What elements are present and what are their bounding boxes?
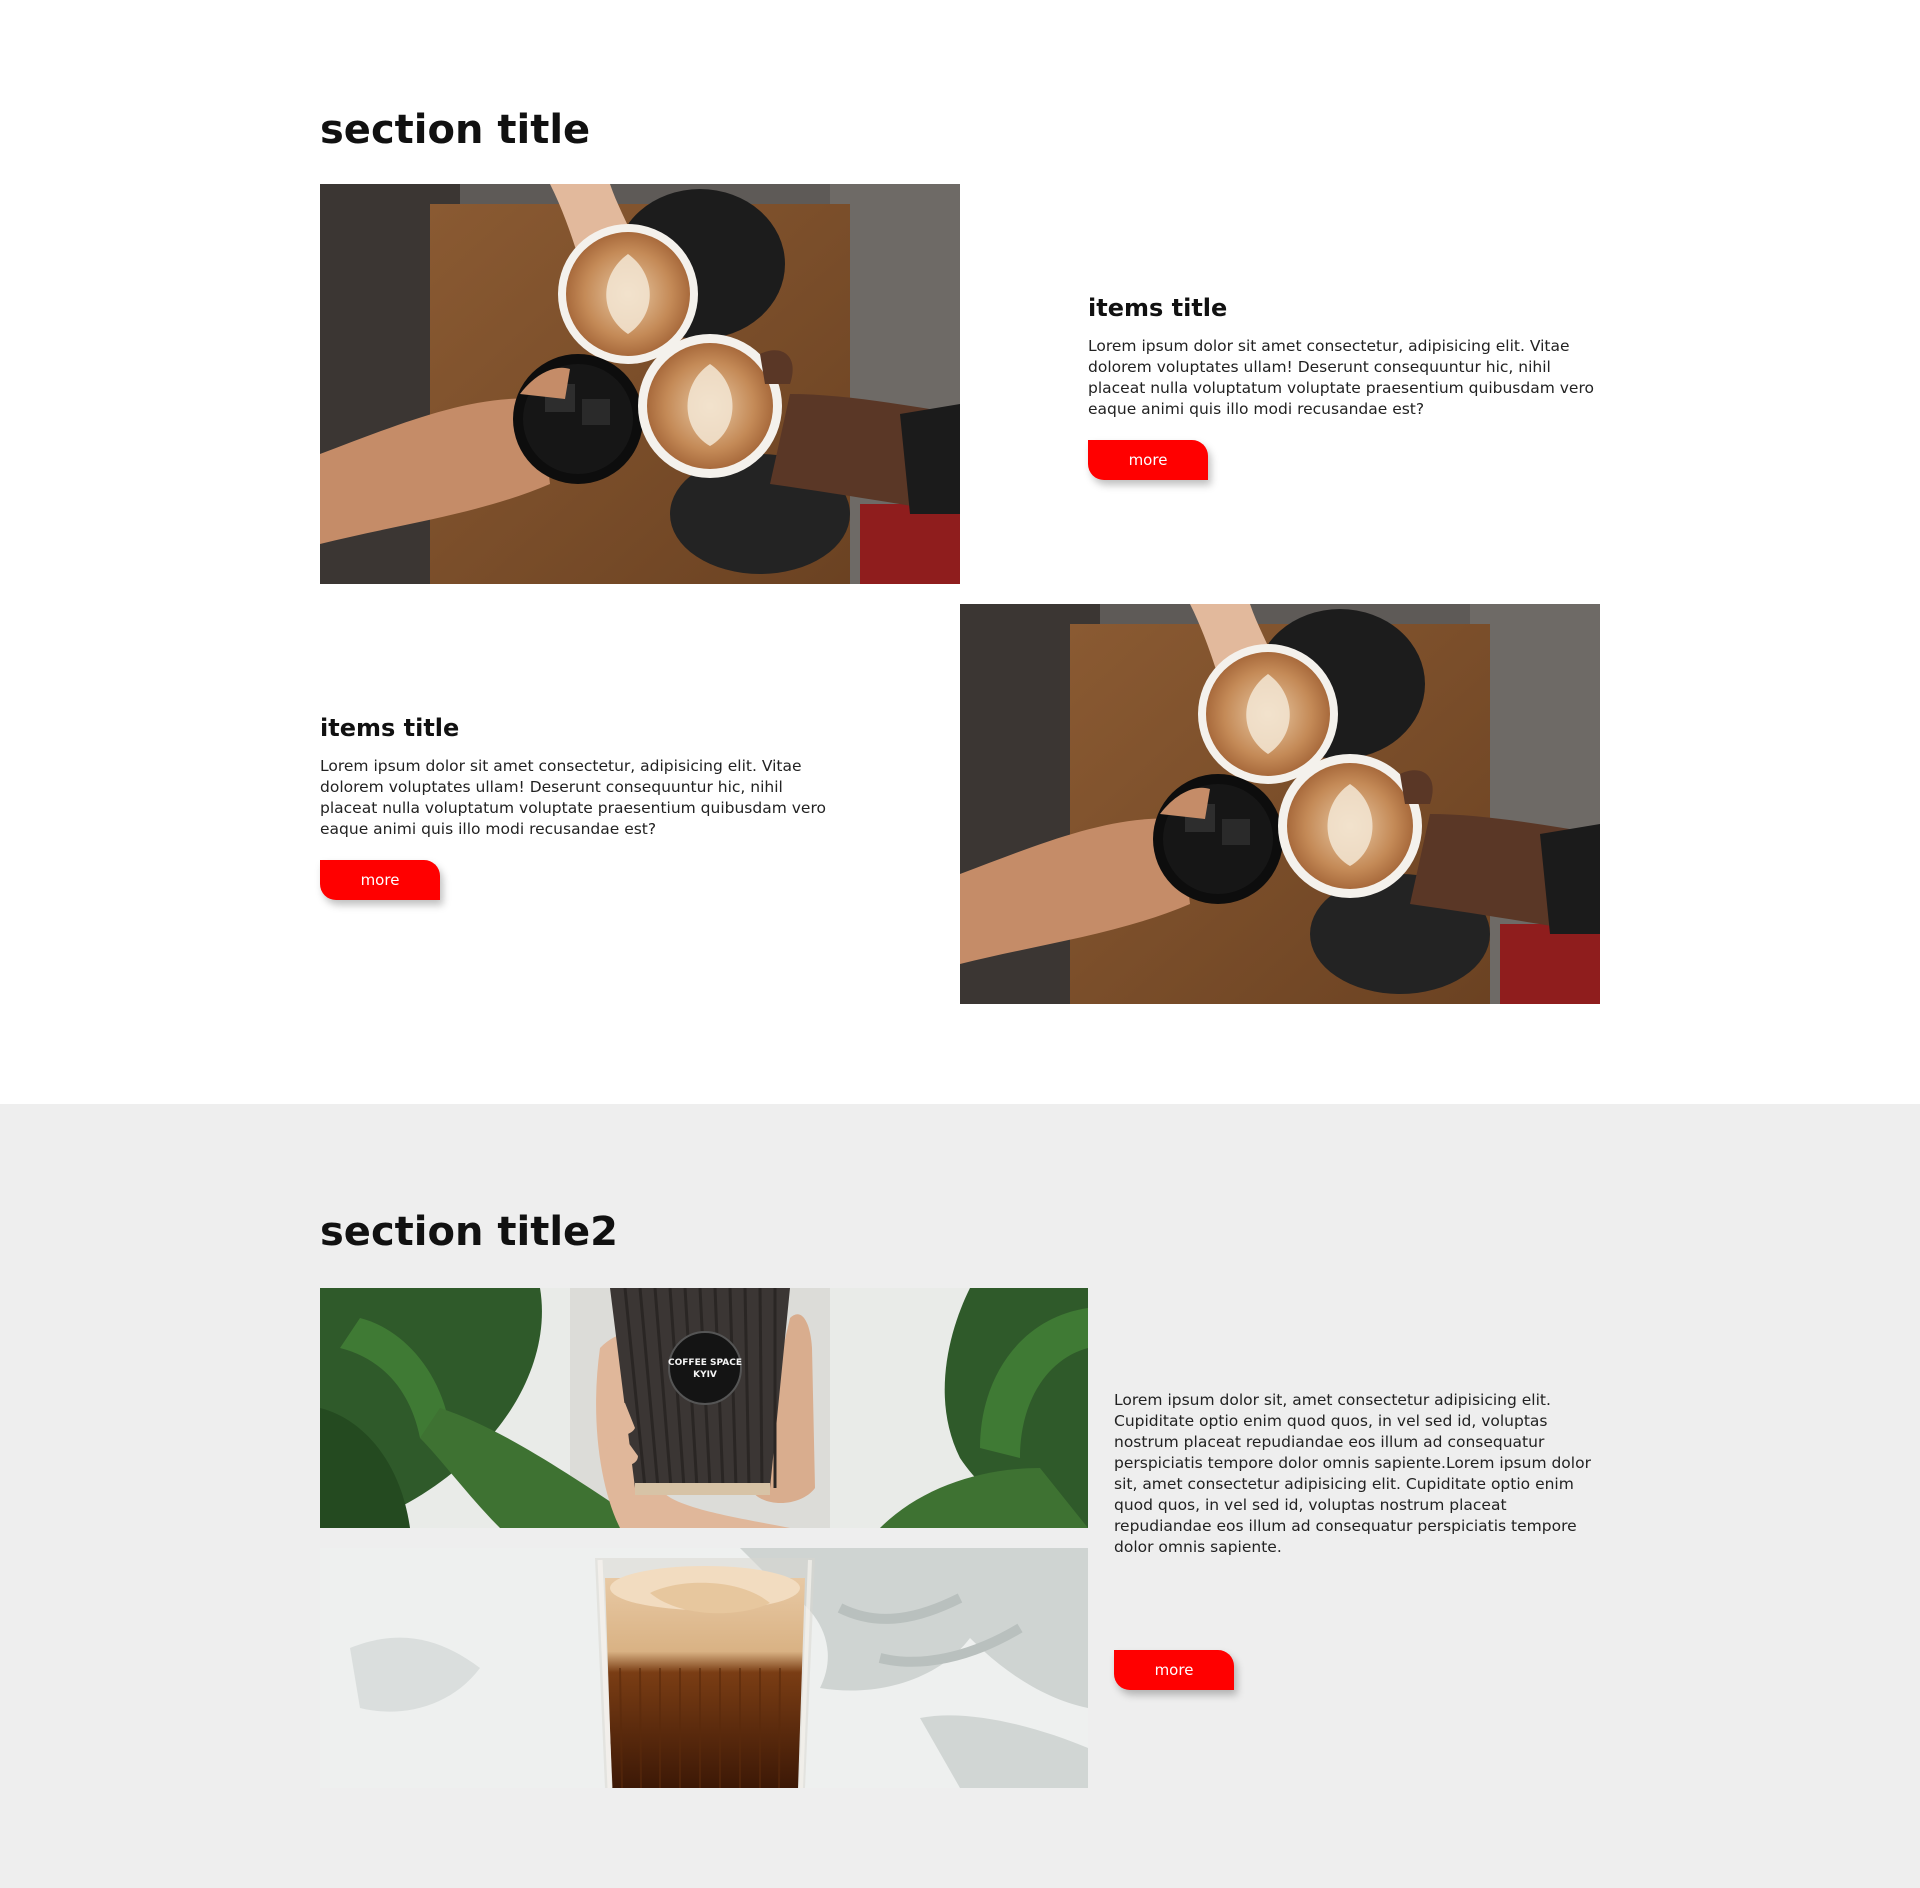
coffee-toast-image <box>320 184 960 584</box>
section-2-actions: more <box>1114 1650 1234 1690</box>
more-button[interactable]: more <box>320 860 440 900</box>
item-description: Lorem ipsum dolor sit amet consectetur, … <box>320 757 826 838</box>
item-description: Lorem ipsum dolor sit amet consectetur, … <box>1088 337 1594 418</box>
item-1: items title Lorem ipsum dolor sit amet c… <box>1088 292 1608 480</box>
section-title: section title2 <box>320 1209 618 1255</box>
section-2: section title2 COFFEE SPACE KYIV Lorem i… <box>0 1104 1920 1888</box>
section-2-text: Lorem ipsum dolor sit, amet consectetur … <box>1114 1390 1604 1558</box>
cup-sticker-line-1: COFFEE SPACE <box>668 1358 742 1368</box>
cup-sticker-line-2: KYIV <box>693 1370 717 1380</box>
section-1: section title items title Lorem ipsum do… <box>0 0 1920 1104</box>
section-title: section title <box>320 107 591 153</box>
more-button[interactable]: more <box>1088 440 1208 480</box>
section-2-description: Lorem ipsum dolor sit, amet consectetur … <box>1114 1391 1591 1556</box>
iced-coffee-image <box>320 1548 1088 1788</box>
paper-cup-image: COFFEE SPACE KYIV <box>320 1288 1088 1528</box>
coffee-toast-image <box>960 604 1600 1004</box>
item-title: items title <box>320 714 460 742</box>
item-title: items title <box>1088 294 1228 322</box>
page: section title items title Lorem ipsum do… <box>0 0 1920 1888</box>
item-2: items title Lorem ipsum dolor sit amet c… <box>320 712 840 900</box>
more-button[interactable]: more <box>1114 1650 1234 1690</box>
